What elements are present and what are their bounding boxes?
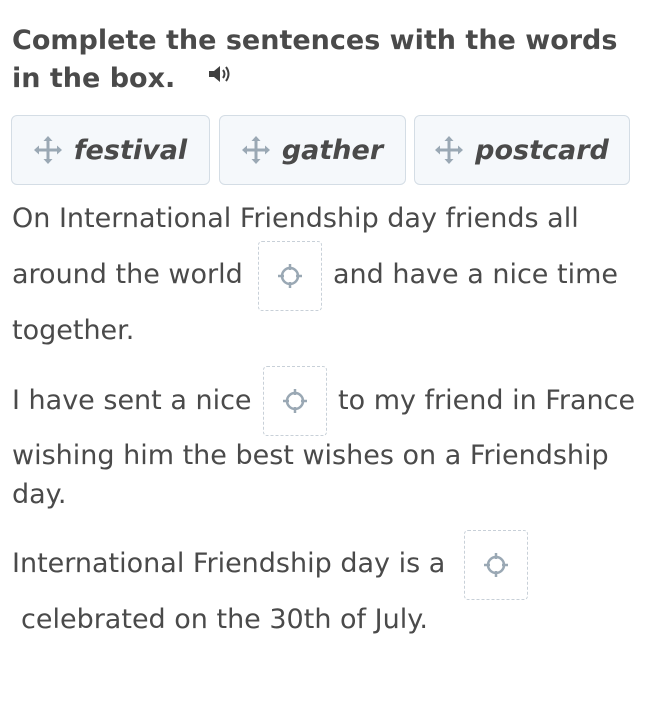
sentence-text: and have a nice time [333,259,618,290]
sentence-text: together. [12,315,135,346]
target-icon [283,389,307,413]
sentence-text: around the world [12,259,243,290]
target-icon [278,264,302,288]
word-chip-gather[interactable]: gather [219,115,406,185]
drop-zone-1[interactable] [258,241,322,311]
move-icon [33,136,62,164]
sentence-text: celebrated on the 30th of July. [21,604,428,635]
drop-zone-3[interactable] [464,530,528,600]
instructions-title: Complete the sentences with the words in… [12,22,652,99]
word-chip-postcard[interactable]: postcard [414,115,630,185]
drop-zone-2[interactable] [263,366,327,436]
sentence-text: On International Friendship day friends … [12,203,579,234]
move-icon [241,136,270,164]
target-icon [484,553,508,577]
sentence-text: to my friend in France [338,385,636,416]
speaker-icon[interactable] [207,58,233,96]
instructions-text: Complete the sentences with the words in… [12,25,618,94]
word-chip-label: gather [281,134,384,166]
move-icon [435,136,464,164]
word-chip-label: postcard [475,134,609,166]
word-chip-festival[interactable]: festival [11,115,210,185]
sentence-text: I have sent a nice [12,385,252,416]
word-chip-label: festival [73,134,188,166]
sentence-text: day. [12,479,67,510]
sentence-text: wishing him the best wishes on a Friends… [12,440,609,471]
sentence-text: International Friendship day is a [12,548,446,579]
